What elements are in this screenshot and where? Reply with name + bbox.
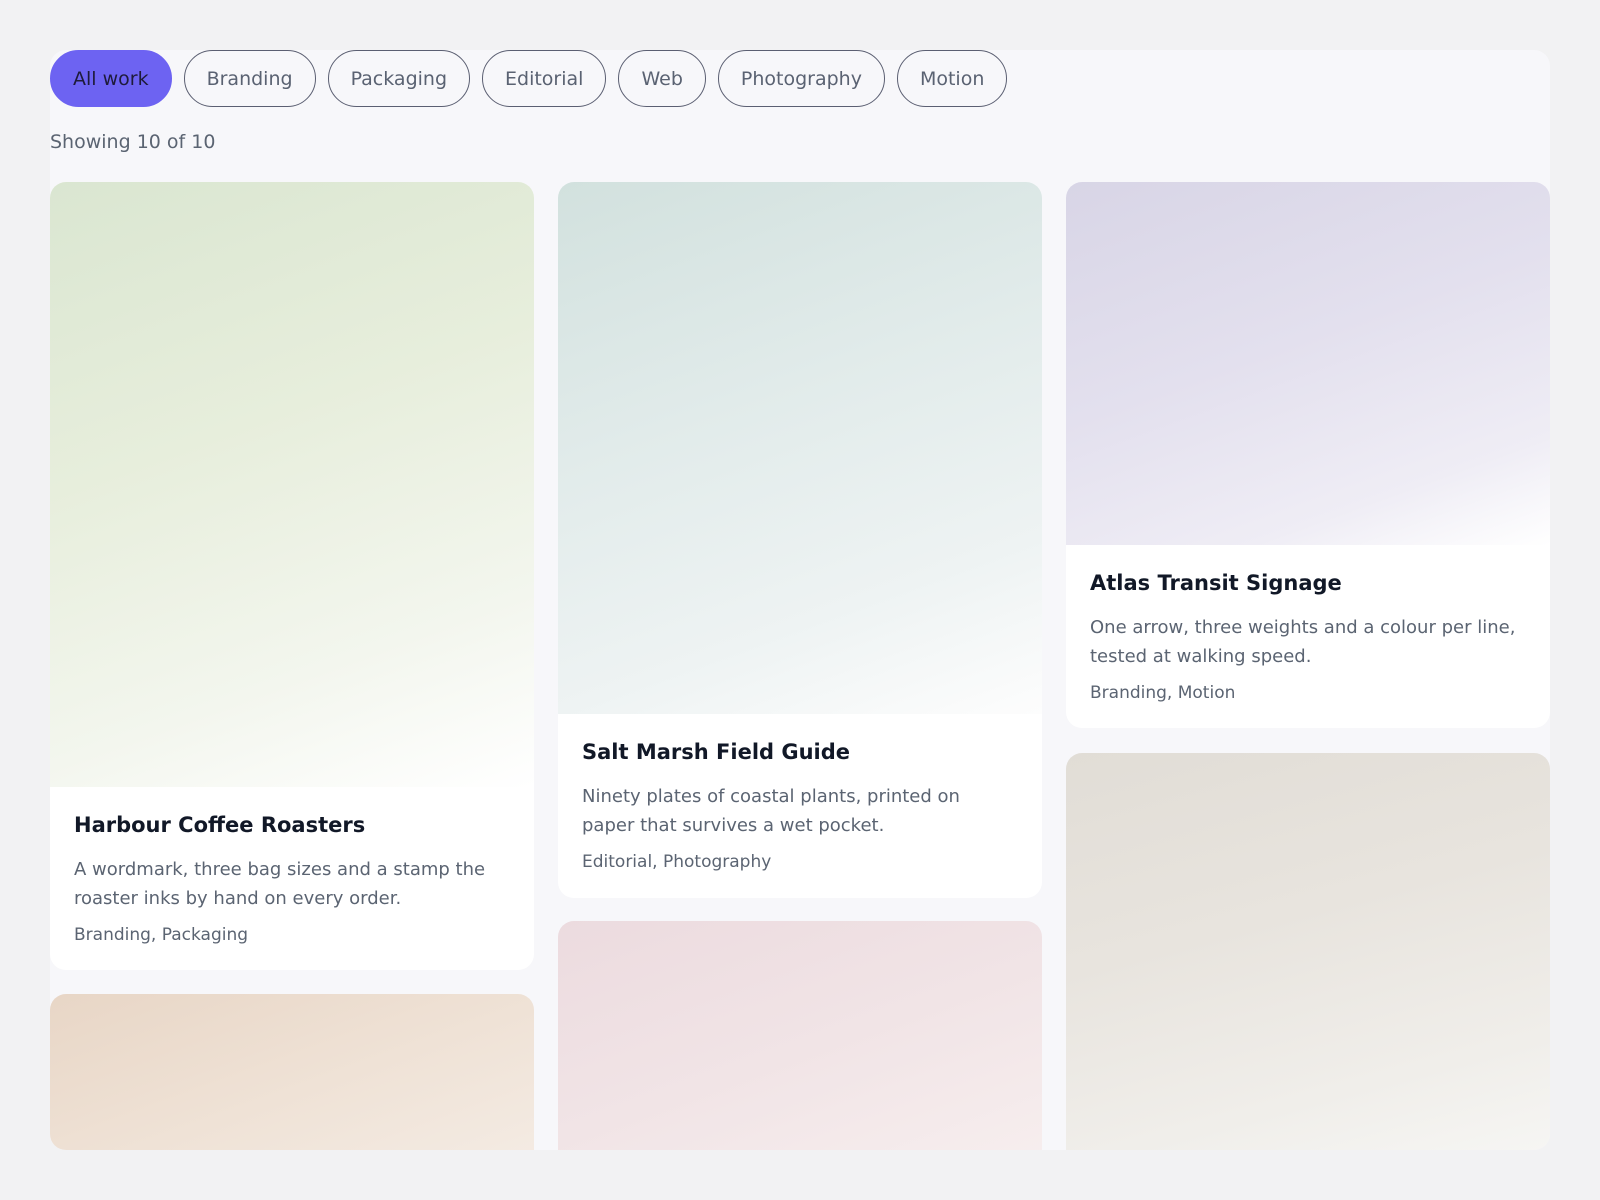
project-card[interactable]: Harbour Coffee Roasters A wordmark, thre… — [50, 182, 534, 970]
project-thumbnail — [1066, 182, 1550, 545]
project-title: Atlas Transit Signage — [1090, 571, 1342, 595]
filter-motion[interactable]: Motion — [896, 50, 1008, 107]
filter-packaging[interactable]: Packaging — [327, 50, 471, 107]
project-card[interactable]: Atlas Transit Signage One arrow, three w… — [1066, 182, 1550, 728]
project-thumbnail — [50, 182, 534, 787]
project-thumbnail — [50, 994, 534, 1150]
project-description: One arrow, three weights and a colour pe… — [1090, 617, 1516, 667]
results-count: Showing 10 of 10 — [50, 131, 216, 153]
project-thumbnail — [558, 182, 1042, 714]
project-card[interactable]: Salt Marsh Field Guide Ninety plates of … — [558, 182, 1042, 898]
project-thumbnail — [558, 921, 1042, 1150]
filter-photography[interactable]: Photography — [717, 50, 885, 107]
filter-editorial[interactable]: Editorial — [482, 50, 607, 107]
project-card[interactable] — [1066, 753, 1550, 1150]
project-card[interactable] — [50, 994, 534, 1150]
project-thumbnail — [1066, 753, 1550, 1150]
portfolio-page: All work Branding Packaging Editorial We… — [50, 50, 1550, 1150]
project-tags: Branding, Packaging — [74, 925, 249, 945]
project-description: Ninety plates of coastal plants, printed… — [582, 786, 960, 836]
filter-web[interactable]: Web — [618, 50, 706, 107]
project-tags: Editorial, Photography — [582, 852, 772, 872]
project-title: Harbour Coffee Roasters — [74, 813, 366, 837]
filter-branding[interactable]: Branding — [183, 50, 316, 107]
project-title: Salt Marsh Field Guide — [582, 740, 851, 764]
filter-bar: All work Branding Packaging Editorial We… — [50, 50, 1008, 107]
project-card[interactable] — [558, 921, 1042, 1150]
project-description: A wordmark, three bag sizes and a stamp … — [74, 859, 486, 909]
project-tags: Branding, Motion — [1090, 683, 1236, 703]
filter-all-work[interactable]: All work — [50, 50, 172, 107]
